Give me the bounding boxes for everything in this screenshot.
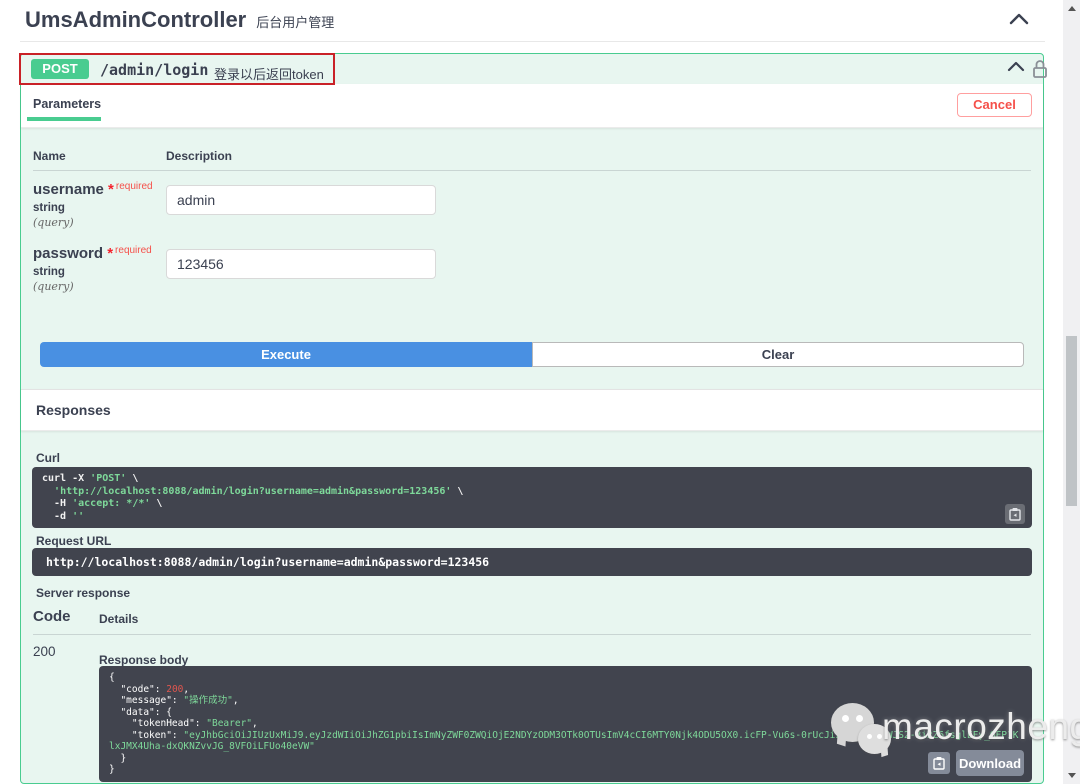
code-column-header: Code [33, 608, 71, 625]
swagger-page: UmsAdminController 后台用户管理 POST /admin/lo… [0, 0, 1080, 784]
vertical-scrollbar[interactable] [1063, 0, 1080, 784]
param-in: (query) [33, 216, 74, 229]
download-button[interactable]: Download [956, 750, 1024, 776]
controller-collapse-chevron-icon[interactable] [1008, 12, 1030, 26]
password-input[interactable] [166, 249, 436, 279]
table-header-divider [33, 170, 1031, 171]
request-url-label: Request URL [36, 534, 111, 548]
response-body-label: Response body [99, 653, 188, 667]
status-code: 200 [33, 644, 56, 659]
responses-title: Responses [36, 402, 111, 418]
username-input[interactable] [166, 185, 436, 215]
curl-command-block: curl -X 'POST' \ 'http://localhost:8088/… [32, 467, 1032, 528]
param-type: string [33, 202, 65, 214]
copy-curl-button[interactable] [1005, 504, 1025, 524]
tab-parameters[interactable]: Parameters [33, 97, 101, 111]
cancel-button[interactable]: Cancel [957, 93, 1032, 117]
page-title: UmsAdminController [25, 7, 246, 33]
scrollbar-down-arrow[interactable] [1068, 773, 1076, 778]
responses-section-header [21, 389, 1043, 431]
method-badge[interactable]: POST [31, 59, 89, 79]
param-name-username: username *required [33, 181, 153, 198]
scrollbar-thumb[interactable] [1066, 336, 1077, 506]
param-type: string [33, 266, 65, 278]
param-label: password [33, 245, 103, 262]
response-body-block: { "code": 200, "message": "操作成功", "data"… [99, 666, 1032, 782]
endpoint-description: 登录以后返回token [214, 64, 324, 83]
description-column-header: Description [166, 149, 232, 163]
param-in: (query) [33, 280, 74, 293]
details-column-header: Details [99, 612, 138, 626]
endpoint-path[interactable]: /admin/login [100, 61, 208, 79]
required-star: * [108, 181, 114, 198]
header-divider [20, 41, 1045, 42]
clear-button[interactable]: Clear [532, 342, 1024, 367]
scrollbar-up-arrow[interactable] [1068, 6, 1076, 11]
parameters-section-header [21, 84, 1043, 128]
name-column-header: Name [33, 149, 66, 163]
page-subtitle: 后台用户管理 [256, 12, 334, 31]
execute-button[interactable]: Execute [40, 342, 532, 367]
param-name-password: password *required [33, 245, 152, 262]
server-response-divider [33, 634, 1031, 635]
required-label: required [116, 181, 153, 192]
tab-parameters-active-underline [27, 117, 101, 121]
server-response-label: Server response [36, 586, 130, 600]
auth-lock-icon[interactable] [1031, 58, 1049, 80]
param-label: username [33, 181, 104, 198]
request-url-block: http://localhost:8088/admin/login?userna… [32, 548, 1032, 576]
curl-label: Curl [36, 451, 60, 465]
endpoint-collapse-chevron-icon[interactable] [1007, 61, 1025, 73]
required-star: * [107, 245, 113, 262]
copy-response-button[interactable] [928, 752, 950, 774]
required-label: required [115, 245, 152, 256]
controller-header: UmsAdminController 后台用户管理 [25, 7, 334, 33]
